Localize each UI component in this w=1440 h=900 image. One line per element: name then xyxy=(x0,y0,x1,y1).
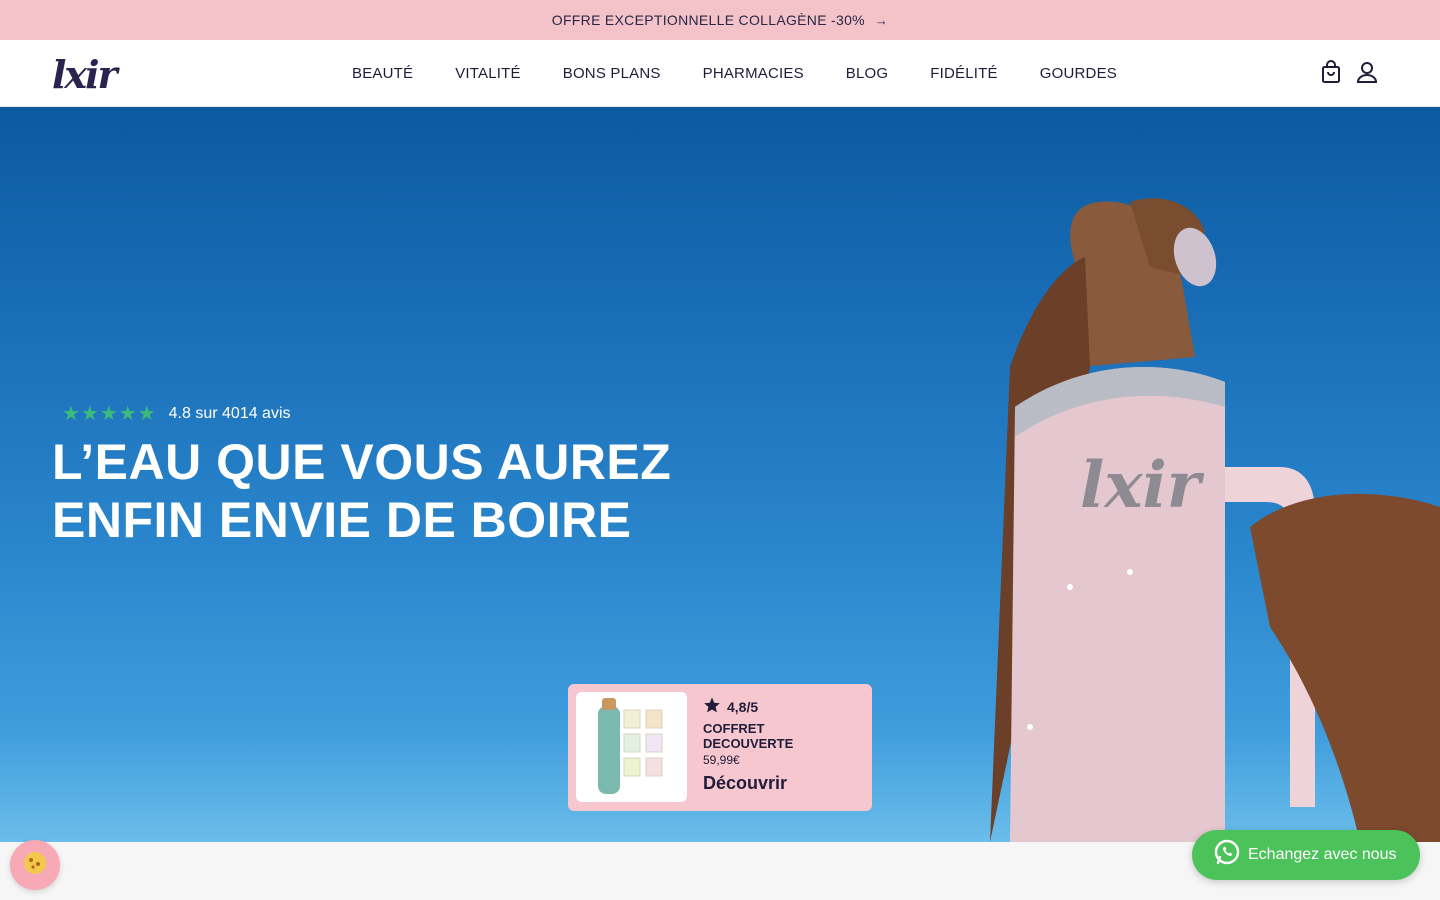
cookie-icon xyxy=(22,850,48,881)
product-image xyxy=(576,692,687,802)
brand-logo[interactable]: lxir xyxy=(52,52,118,97)
nav-item-pharmacies[interactable]: PHARMACIES xyxy=(703,65,804,82)
main-nav: BEAUTÉ VITALITÉ BONS PLANS PHARMACIES BL… xyxy=(352,40,1159,106)
nav-item-bons-plans[interactable]: BONS PLANS xyxy=(563,65,661,82)
hero-tumbler-image: lxir xyxy=(990,198,1440,842)
whatsapp-icon xyxy=(1212,838,1242,873)
hero-title-line-1: L’EAU QUE VOUS AUREZ xyxy=(52,434,672,490)
rating-stars: ★★★★★ xyxy=(62,403,157,425)
svg-text:lxir: lxir xyxy=(1080,448,1205,523)
nav-item-beaute[interactable]: BEAUTÉ xyxy=(352,65,413,82)
hero-title-line-2: ENFIN ENVIE DE BOIRE xyxy=(52,492,632,548)
account-icon[interactable] xyxy=(1356,60,1378,84)
discover-button[interactable]: Découvrir xyxy=(703,773,787,794)
nav-item-vitalite[interactable]: VITALITÉ xyxy=(455,65,521,82)
rating-text: 4.8 sur 4014 avis xyxy=(168,404,291,422)
hero-title: L’EAU QUE VOUS AUREZ ENFIN ENVIE DE BOIR… xyxy=(52,433,752,549)
header-icons xyxy=(1320,60,1378,84)
nav-item-fidelite[interactable]: FIDÉLITÉ xyxy=(930,65,997,82)
arrow-right-icon: → xyxy=(874,12,889,28)
announcement-bar[interactable]: OFFRE EXCEPTIONNELLE COLLAGÈNE -30% → xyxy=(0,0,1440,40)
site-header: lxir BEAUTÉ VITALITÉ BONS PLANS PHARMACI… xyxy=(0,40,1440,107)
nav-item-blog[interactable]: BLOG xyxy=(846,65,888,82)
shopping-bag-icon[interactable] xyxy=(1320,60,1342,84)
announcement-text: OFFRE EXCEPTIONNELLE COLLAGÈNE -30% xyxy=(551,12,865,28)
promo-rating: 4,8/5 xyxy=(703,696,758,717)
star-icon xyxy=(703,696,721,717)
hero-banner: lxir ★★★★★ 4.8 sur 4014 avis L’EAU QUE V… xyxy=(0,107,1440,842)
whatsapp-label: Echangez avec nous xyxy=(1248,846,1397,863)
nav-item-gourdes[interactable]: GOURDES xyxy=(1040,65,1117,82)
whatsapp-chat-button[interactable]: Echangez avec nous xyxy=(1192,830,1420,880)
promo-card[interactable]: 4,8/5 COFFRET DECOUVERTE 59,99€ Découvri… xyxy=(568,684,872,811)
promo-price: 59,99€ xyxy=(703,753,740,767)
hero-rating: ★★★★★ 4.8 sur 4014 avis xyxy=(62,401,291,426)
promo-product-name: COFFRET DECOUVERTE xyxy=(703,721,794,751)
promo-rating-text: 4,8/5 xyxy=(727,698,759,715)
cookie-settings-button[interactable] xyxy=(10,840,60,890)
